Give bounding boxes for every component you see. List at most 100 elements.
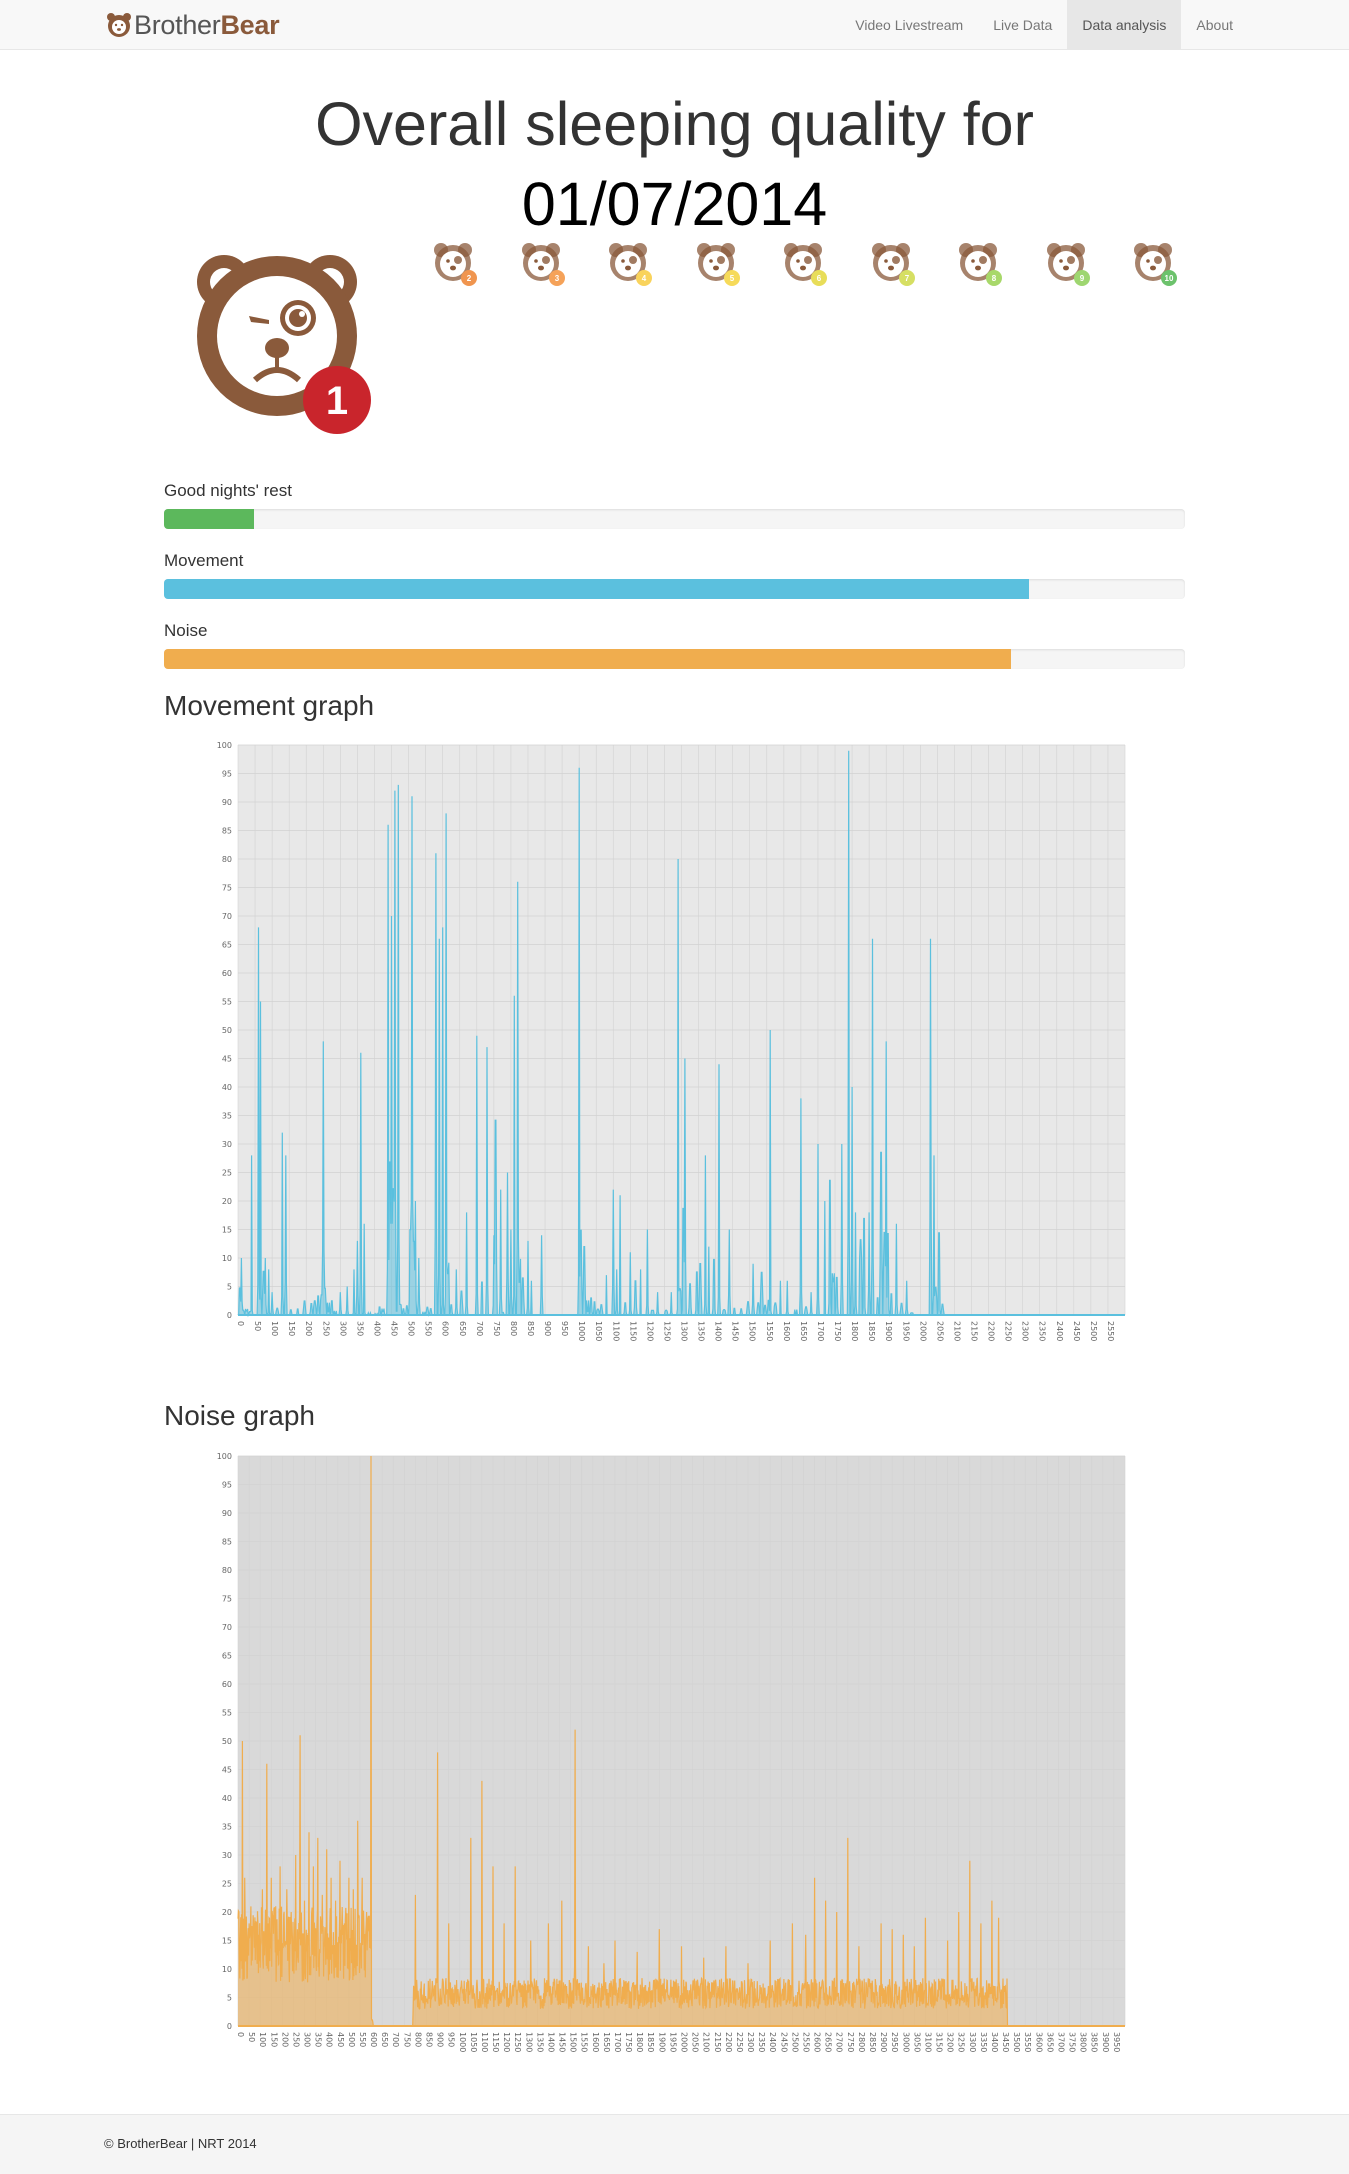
x-tick-label: 300 (338, 1321, 347, 1336)
x-tick-label: 1900 (657, 2032, 666, 2052)
y-tick-label: 60 (222, 969, 232, 978)
x-tick-label: 3300 (968, 2032, 977, 2052)
x-tick-label: 2200 (724, 2032, 733, 2052)
x-tick-label: 1950 (668, 2032, 677, 2052)
x-tick-label: 150 (287, 1321, 296, 1336)
x-tick-label: 2700 (835, 2032, 844, 2052)
x-tick-label: 3200 (946, 2032, 955, 2052)
x-tick-label: 250 (291, 2032, 300, 2047)
x-tick-label: 3850 (1090, 2032, 1099, 2052)
x-tick-label: 800 (509, 1321, 518, 1336)
x-tick-label: 1650 (799, 1321, 808, 1341)
x-tick-label: 750 (492, 1321, 501, 1336)
footer: © BrotherBear | NRT 2014 (0, 2114, 1349, 2174)
x-tick-label: 3100 (923, 2032, 932, 2052)
rating-scale: 2 3 4 5 6 7 8 9 10 (431, 240, 1191, 294)
navbar: Brother Bear Video Livestream Live Data D… (0, 0, 1349, 50)
y-tick-label: 65 (222, 941, 232, 950)
x-tick-label: 3600 (1034, 2032, 1043, 2052)
x-tick-label: 1250 (662, 1321, 671, 1341)
rating-scale-value: 7 (904, 274, 909, 283)
footer-copyright: © BrotherBear | NRT 2014 (104, 2136, 257, 2151)
x-tick-label: 2450 (1072, 1321, 1081, 1341)
x-tick-label: 2050 (935, 1321, 944, 1341)
y-tick-label: 55 (222, 998, 232, 1007)
x-tick-label: 1650 (602, 2032, 611, 2052)
x-tick-label: 1100 (480, 2032, 489, 2052)
y-tick-label: 95 (222, 770, 232, 779)
x-tick-label: 450 (390, 1321, 399, 1336)
y-tick-label: 5 (227, 1994, 232, 2003)
bear-logo-icon (107, 13, 131, 37)
x-tick-label: 1400 (714, 1321, 723, 1341)
x-tick-label: 1900 (884, 1321, 893, 1341)
rating-scale-bear-icon: 2 (434, 243, 477, 286)
x-tick-label: 3650 (1045, 2032, 1054, 2052)
rating-scale-bear-icon: 6 (784, 243, 827, 286)
rating-scale-bear-icon: 3 (521, 243, 565, 286)
y-tick-label: 15 (222, 1226, 232, 1235)
x-tick-label: 950 (447, 2032, 456, 2047)
x-tick-label: 2100 (702, 2032, 711, 2052)
nav-live-data[interactable]: Live Data (978, 0, 1067, 50)
x-tick-label: 650 (458, 1321, 467, 1336)
brand-text-bold: Bear (220, 9, 280, 40)
brand-link[interactable]: Brother Bear (106, 9, 280, 40)
x-tick-label: 3900 (1101, 2032, 1110, 2052)
x-tick-label: 350 (314, 2032, 323, 2047)
nav-data-analysis[interactable]: Data analysis (1067, 0, 1182, 50)
x-tick-label: 1150 (628, 1321, 637, 1341)
x-tick-label: 850 (526, 1321, 535, 1336)
x-tick-label: 900 (543, 1321, 552, 1336)
x-tick-label: 2300 (1021, 1321, 1030, 1341)
x-tick-label: 3800 (1079, 2032, 1088, 2052)
progress-fill (164, 509, 254, 529)
y-tick-label: 0 (227, 1311, 232, 1320)
x-tick-label: 100 (270, 1321, 279, 1336)
x-tick-label: 1600 (782, 1321, 791, 1341)
x-tick-label: 450 (336, 2032, 345, 2047)
x-tick-label: 2050 (691, 2032, 700, 2052)
y-tick-label: 80 (222, 855, 232, 864)
x-tick-label: 1800 (635, 2032, 644, 2052)
rating-scale-bear-icon: 4 (609, 243, 652, 286)
x-tick-label: 750 (402, 2032, 411, 2047)
y-tick-label: 45 (222, 1766, 232, 1775)
y-tick-label: 100 (217, 741, 232, 750)
x-tick-label: 1450 (731, 1321, 740, 1341)
x-tick-label: 2200 (987, 1321, 996, 1341)
x-tick-label: 1700 (816, 1321, 825, 1341)
x-tick-label: 2500 (1089, 1321, 1098, 1341)
x-tick-label: 1550 (765, 1321, 774, 1341)
x-tick-label: 1450 (558, 2032, 567, 2052)
y-tick-label: 30 (222, 1851, 232, 1860)
rating-badge-value: 1 (326, 379, 348, 423)
page-title-date: 01/07/2014 (521, 170, 828, 238)
x-tick-label: 2250 (1004, 1321, 1013, 1341)
y-tick-label: 90 (222, 1509, 232, 1518)
x-tick-label: 1950 (901, 1321, 910, 1341)
y-tick-label: 10 (222, 1965, 232, 1974)
x-tick-label: 2600 (813, 2032, 822, 2052)
y-tick-label: 55 (222, 1709, 232, 1718)
progress-track (164, 509, 1185, 529)
x-tick-label: 100 (258, 2032, 267, 2047)
metric-label: Movement (164, 551, 244, 570)
rating-scale-value: 10 (1165, 274, 1174, 283)
x-tick-label: 1600 (591, 2032, 600, 2052)
x-tick-label: 1100 (611, 1321, 620, 1341)
progress-fill (164, 579, 1029, 599)
nav-about[interactable]: About (1181, 0, 1248, 50)
x-tick-label: 2350 (1038, 1321, 1047, 1341)
x-tick-label: 2800 (857, 2032, 866, 2052)
x-tick-label: 1050 (469, 2032, 478, 2052)
x-tick-label: 1000 (577, 1321, 586, 1341)
x-tick-label: 150 (269, 2032, 278, 2047)
x-tick-label: 2350 (757, 2032, 766, 2052)
y-tick-label: 75 (222, 1595, 232, 1604)
rating-scale-value: 4 (642, 274, 647, 283)
x-tick-label: 950 (560, 1321, 569, 1336)
x-tick-label: 1350 (697, 1321, 706, 1341)
x-tick-label: 1550 (580, 2032, 589, 2052)
nav-video-livestream[interactable]: Video Livestream (840, 0, 978, 50)
